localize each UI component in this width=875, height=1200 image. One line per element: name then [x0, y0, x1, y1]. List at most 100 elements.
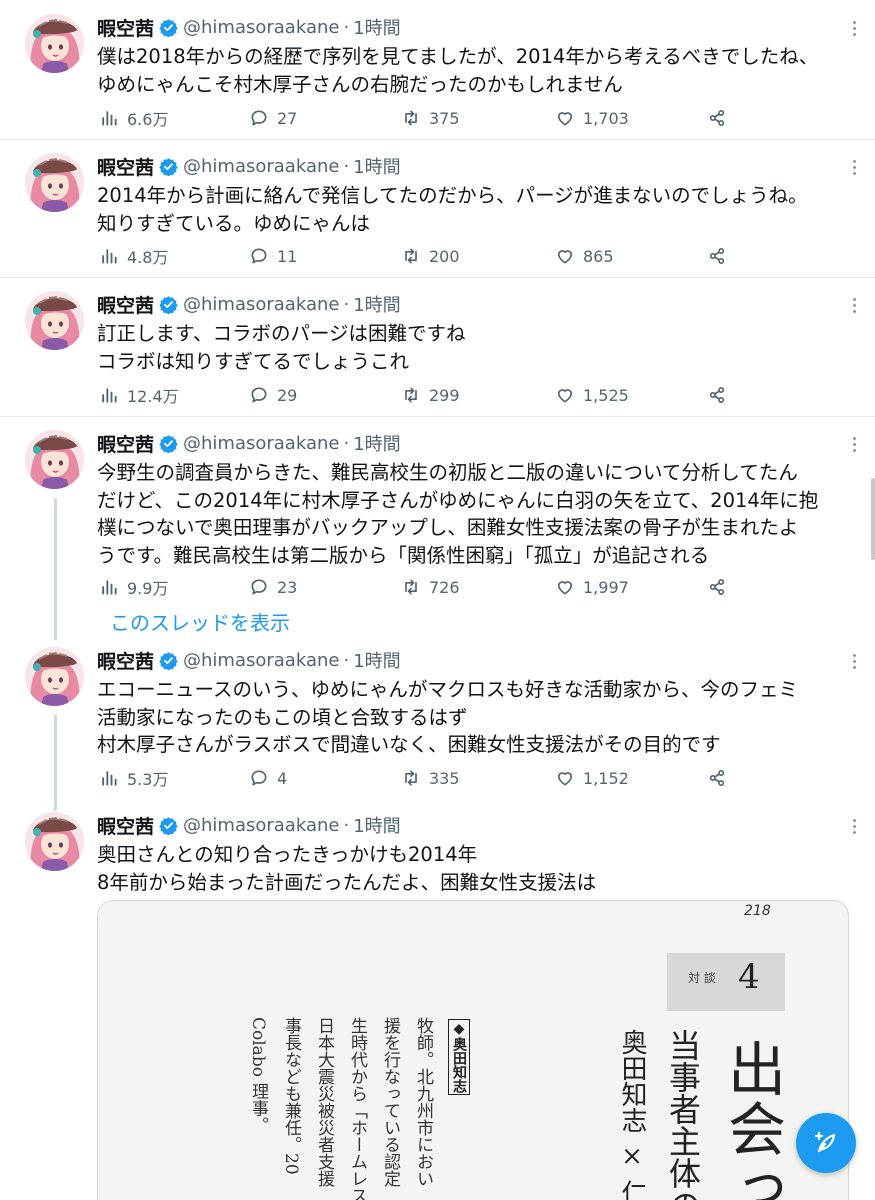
reply-button[interactable]: 27 — [249, 106, 297, 130]
timestamp[interactable]: 1時間 — [353, 430, 400, 456]
timestamp[interactable]: 1時間 — [353, 647, 400, 673]
tweet-media-image[interactable]: 218 対 談 4 出会っ 当事者主体の 奥田知志 × 仁藤 ◆奥田知志 牧師。… — [97, 900, 849, 1200]
views-count: 6.6万 — [127, 110, 169, 129]
reply-button[interactable]: 29 — [249, 383, 297, 407]
timestamp[interactable]: 1時間 — [353, 812, 400, 838]
avatar[interactable] — [25, 153, 84, 212]
more-options-button[interactable] — [844, 155, 864, 179]
scrollbar-thumb[interactable] — [871, 478, 875, 560]
tweet[interactable]: 暇空茜 @himasoraakane · 1時間 エコーニュースのいう、ゆめにゃんがマク… — [0, 647, 875, 789]
tweet[interactable]: 暇空茜 @himasoraakane · 1時間 僕は2018年からの経歴で序列を見てま… — [0, 14, 875, 129]
avatar[interactable] — [25, 647, 84, 706]
tweet-text-line: 僕は2018年からの経歴で序列を見てましたが、2014年から考えるべきでしたね、 — [97, 45, 819, 68]
more-options-button[interactable] — [844, 814, 864, 838]
like-button[interactable]: 1,997 — [555, 575, 629, 599]
timestamp[interactable]: 1時間 — [353, 291, 400, 317]
tweet[interactable]: 暇空茜 @himasoraakane · 1時間 2014年から計画に絡んで発信してたの… — [0, 153, 875, 267]
reply-count: 29 — [277, 385, 298, 405]
more-icon — [852, 20, 856, 36]
tweet-actions: 5.3万 4 335 1,152 — [99, 766, 739, 790]
page-number: 218 — [744, 903, 771, 919]
like-button[interactable]: 1,703 — [555, 106, 629, 130]
reply-icon — [251, 770, 267, 786]
compose-tweet-button[interactable] — [796, 1113, 856, 1173]
avatar[interactable] — [25, 430, 84, 489]
retweet-button[interactable]: 375 — [401, 106, 460, 130]
views-button[interactable]: 9.9万 — [99, 575, 168, 599]
user-handle[interactable]: @himasoraakane — [183, 294, 339, 315]
display-name[interactable]: 暇空茜 — [97, 14, 154, 41]
timestamp[interactable]: 1時間 — [353, 153, 400, 179]
tweet-header: 暇空茜 @himasoraakane · 1時間 — [97, 429, 401, 457]
display-name[interactable]: 暇空茜 — [97, 153, 154, 180]
reply-button[interactable]: 11 — [249, 244, 297, 268]
thread-connector — [54, 498, 57, 640]
share-button[interactable] — [707, 575, 727, 599]
reply-icon — [251, 387, 267, 403]
like-button[interactable]: 1,152 — [555, 766, 629, 790]
retweet-button[interactable]: 726 — [401, 575, 460, 599]
like-button[interactable]: 865 — [555, 244, 614, 268]
share-button[interactable] — [707, 383, 727, 407]
tweet-text: エコーニュースのいう、ゆめにゃんがマクロスも好きな活動家から、今のフェミ 活動家に… — [97, 676, 847, 759]
tweet-header: 暇空茜 @himasoraakane · 1時間 — [97, 152, 401, 180]
retweet-button[interactable]: 200 — [401, 244, 460, 268]
more-options-button[interactable] — [844, 649, 864, 673]
views-count: 9.9万 — [127, 579, 169, 598]
verified-badge — [159, 816, 178, 835]
retweet-count: 335 — [429, 768, 460, 788]
tweet[interactable]: 暇空茜 @himasoraakane · 1時間 訂正します、コラボのパージは困難ですね… — [0, 291, 875, 406]
reply-count: 11 — [277, 246, 298, 266]
reply-button[interactable]: 4 — [249, 766, 287, 790]
display-name[interactable]: 暇空茜 — [97, 812, 154, 839]
views-button[interactable]: 4.8万 — [99, 244, 168, 268]
views-count: 5.3万 — [127, 770, 169, 789]
reply-count: 4 — [277, 768, 288, 788]
tweet[interactable]: 暇空茜 @himasoraakane · 1時間 奥田さんとの知り合ったきっかけも201… — [0, 812, 875, 894]
more-options-button[interactable] — [844, 293, 864, 317]
share-button[interactable] — [707, 106, 727, 130]
like-button[interactable]: 1,525 — [555, 383, 629, 407]
show-thread-link[interactable]: このスレッドを表示 — [110, 607, 290, 636]
display-name[interactable]: 暇空茜 — [97, 430, 154, 457]
tweet-text-line: 奥田さんとの知り合ったきっかけも2014年 — [97, 843, 478, 866]
views-button[interactable]: 5.3万 — [99, 766, 168, 790]
verified-badge — [159, 651, 178, 670]
verified-badge — [159, 157, 178, 176]
display-name[interactable]: 暇空茜 — [97, 647, 154, 674]
user-handle[interactable]: @himasoraakane — [183, 156, 339, 177]
tweet-text-line: 村木厚子さんがラスボスで間違いなく、困難女性支援法がその目的です — [97, 733, 721, 756]
share-button[interactable] — [707, 766, 727, 790]
avatar[interactable] — [25, 812, 84, 871]
share-button[interactable] — [707, 244, 727, 268]
user-handle[interactable]: @himasoraakane — [183, 815, 339, 836]
dialogue-box-label: 対 談 — [688, 971, 716, 985]
compose-icon — [814, 1131, 836, 1153]
reply-button[interactable]: 23 — [249, 575, 297, 599]
tweet-text-line: ゆめにゃんこそ村木厚子さんの右腕だったのかもしれません — [97, 72, 623, 96]
heart-icon — [557, 250, 573, 264]
verified-badge-icon — [159, 816, 178, 835]
views-button[interactable]: 12.4万 — [99, 383, 179, 407]
user-handle[interactable]: @himasoraakane — [183, 17, 339, 38]
tweet[interactable]: 暇空茜 @himasoraakane · 1時間 今野生の調査員からきた、難民高校生の初… — [0, 430, 875, 598]
profile-text-line: 援を行なっている認定 — [380, 1017, 400, 1187]
retweet-icon — [405, 248, 417, 264]
avatar[interactable] — [25, 14, 84, 73]
timestamp[interactable]: 1時間 — [353, 14, 400, 40]
tweet-text-line: コラボは知りすぎてるでしょうこれ — [97, 349, 410, 373]
dialogue-box-number: 4 — [738, 957, 760, 997]
user-handle[interactable]: @himasoraakane — [183, 650, 339, 671]
tweet-text-line: 樸につないで奥田理事がバックアップし、困難女性支援法案の骨子が生まれたよ — [97, 516, 799, 539]
book-title: 出会っ — [718, 1039, 786, 1200]
display-name[interactable]: 暇空茜 — [97, 291, 154, 318]
retweet-button[interactable]: 335 — [401, 766, 460, 790]
retweet-button[interactable]: 299 — [401, 383, 460, 407]
retweet-count: 726 — [429, 577, 460, 597]
more-options-button[interactable] — [844, 432, 864, 456]
avatar[interactable] — [25, 291, 84, 350]
share-icon — [709, 248, 725, 264]
views-button[interactable]: 6.6万 — [99, 106, 168, 130]
user-handle[interactable]: @himasoraakane — [183, 433, 339, 454]
more-options-button[interactable] — [844, 16, 864, 40]
